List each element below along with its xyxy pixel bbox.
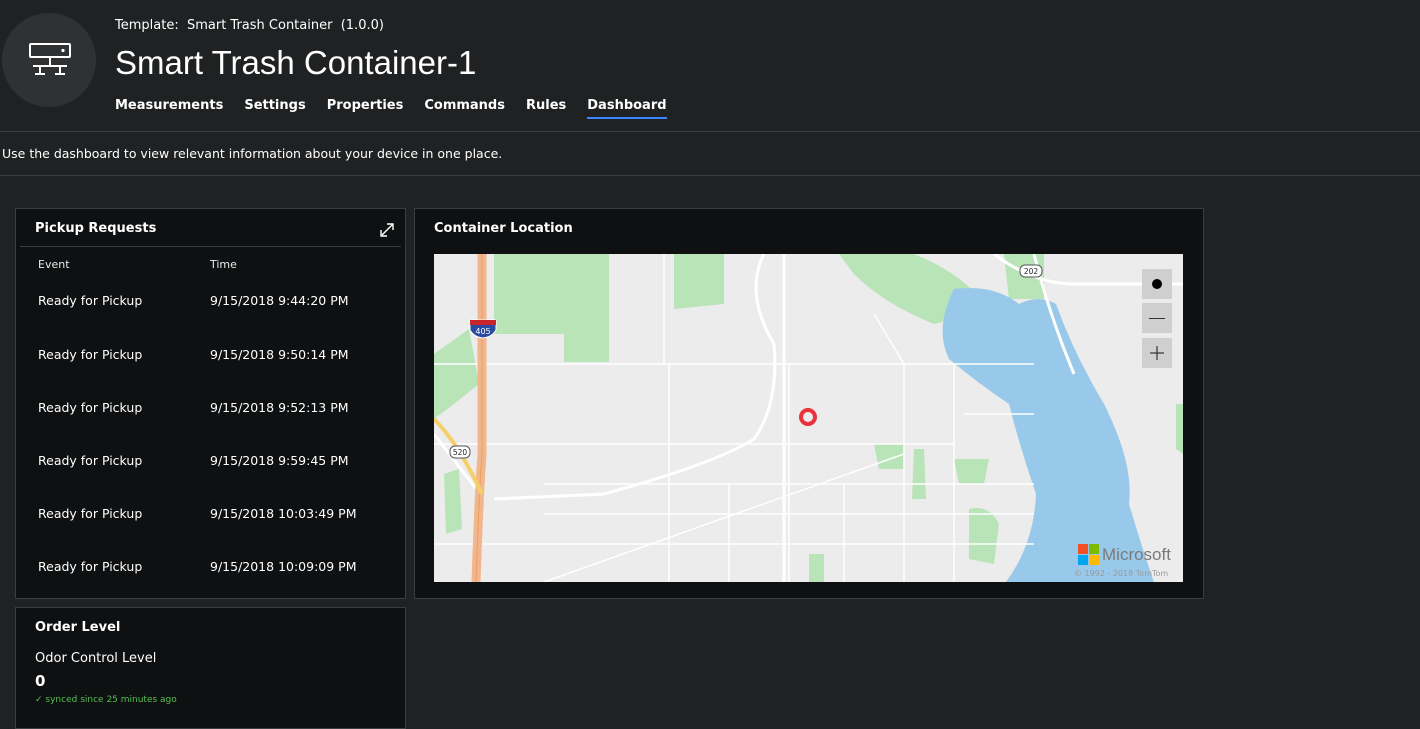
shield-label: 202	[1024, 267, 1039, 276]
location-map[interactable]: 405 520 202 Microsoft © 1992 - 2018 TomT…	[434, 254, 1183, 582]
locate-button[interactable]	[1142, 269, 1172, 299]
time-cell: 9/15/2018 9:44:20 PM	[210, 293, 349, 308]
zoom-in-button[interactable]	[1142, 338, 1172, 368]
time-cell: 9/15/2018 9:52:13 PM	[210, 400, 349, 415]
shield-label: 520	[453, 448, 468, 457]
park-area	[444, 469, 462, 534]
time-cell: 9/15/2018 10:09:09 PM	[210, 559, 357, 574]
time-cell: 9/15/2018 9:50:14 PM	[210, 347, 349, 362]
column-header-event: Event	[38, 258, 70, 271]
template-name[interactable]: Smart Trash Container	[187, 18, 332, 33]
park-area	[674, 254, 724, 309]
table-row: Ready for Pickup 9/15/2018 9:44:20 PM	[16, 293, 405, 313]
table-row: Ready for Pickup 9/15/2018 10:09:09 PM	[16, 559, 405, 579]
tab-measurements[interactable]: Measurements	[115, 98, 223, 119]
shield-202: 202	[1019, 264, 1043, 278]
park-area	[954, 459, 989, 484]
tab-rules[interactable]: Rules	[526, 98, 566, 119]
time-cell: 9/15/2018 9:59:45 PM	[210, 453, 349, 468]
table-row: Ready for Pickup 9/15/2018 9:50:14 PM	[16, 347, 405, 367]
page-title: Smart Trash Container-1	[115, 44, 477, 81]
event-cell: Ready for Pickup	[38, 453, 143, 468]
tile-divider	[20, 246, 401, 247]
park-area	[809, 554, 824, 582]
table-row: Ready for Pickup 9/15/2018 10:03:49 PM	[16, 506, 405, 526]
check-icon: ✓	[35, 695, 43, 705]
tile-title: Order Level	[35, 620, 121, 635]
table-row: Ready for Pickup 9/15/2018 9:52:13 PM	[16, 400, 405, 420]
tab-bar: Measurements Settings Properties Command…	[115, 98, 688, 119]
map-copyright: © 1992 - 2018 TomTom	[1074, 569, 1169, 578]
template-info: Template: Smart Trash Container (1.0.0)	[115, 18, 384, 33]
plus-icon	[1150, 346, 1164, 360]
pickup-requests-tile: Pickup Requests Event Time Ready for Pic…	[15, 208, 406, 599]
column-header-time: Time	[210, 258, 237, 271]
expand-icon[interactable]	[379, 222, 395, 238]
tab-commands[interactable]: Commands	[424, 98, 505, 119]
template-prefix: Template:	[115, 18, 179, 33]
template-version: (1.0.0)	[340, 18, 384, 33]
device-avatar	[2, 13, 96, 107]
microsoft-logo-text: Microsoft	[1102, 544, 1171, 564]
shield-label: 405	[475, 327, 490, 336]
tile-title: Pickup Requests	[35, 221, 157, 236]
map-canvas: 405 520 202	[434, 254, 1183, 582]
minus-icon	[1149, 317, 1165, 319]
event-cell: Ready for Pickup	[38, 559, 143, 574]
event-cell: Ready for Pickup	[38, 347, 143, 362]
event-cell: Ready for Pickup	[38, 400, 143, 415]
time-cell: 9/15/2018 10:03:49 PM	[210, 506, 357, 521]
zoom-out-button[interactable]	[1142, 303, 1172, 333]
tab-properties[interactable]: Properties	[327, 98, 404, 119]
shield-520: 520	[449, 445, 471, 459]
sync-text: synced since 25 minutes ago	[45, 695, 177, 705]
microsoft-logo-icon	[1078, 544, 1099, 565]
park-area	[874, 444, 904, 469]
table-row: Ready for Pickup 9/15/2018 9:59:45 PM	[16, 453, 405, 473]
park-area	[912, 449, 926, 499]
microsoft-logo: Microsoft	[1078, 544, 1171, 565]
order-level-tile: Order Level Odor Control Level 0 ✓ synce…	[15, 607, 406, 729]
park-area	[1176, 404, 1183, 454]
device-header: Template: Smart Trash Container (1.0.0) …	[0, 0, 1420, 132]
divider	[0, 175, 1420, 176]
kpi-value: 0	[35, 672, 46, 690]
event-cell: Ready for Pickup	[38, 506, 143, 521]
sync-status: ✓ synced since 25 minutes ago	[35, 695, 177, 705]
tile-title: Container Location	[434, 221, 573, 236]
dashboard-description: Use the dashboard to view relevant infor…	[2, 146, 503, 161]
locate-icon	[1152, 279, 1162, 289]
tab-settings[interactable]: Settings	[244, 98, 305, 119]
tab-dashboard[interactable]: Dashboard	[587, 98, 667, 119]
event-cell: Ready for Pickup	[38, 293, 143, 308]
kpi-label: Odor Control Level	[35, 651, 157, 666]
device-network-icon	[29, 43, 71, 75]
container-location-tile: Container Location 405 520 202 Microsoft…	[414, 208, 1204, 599]
